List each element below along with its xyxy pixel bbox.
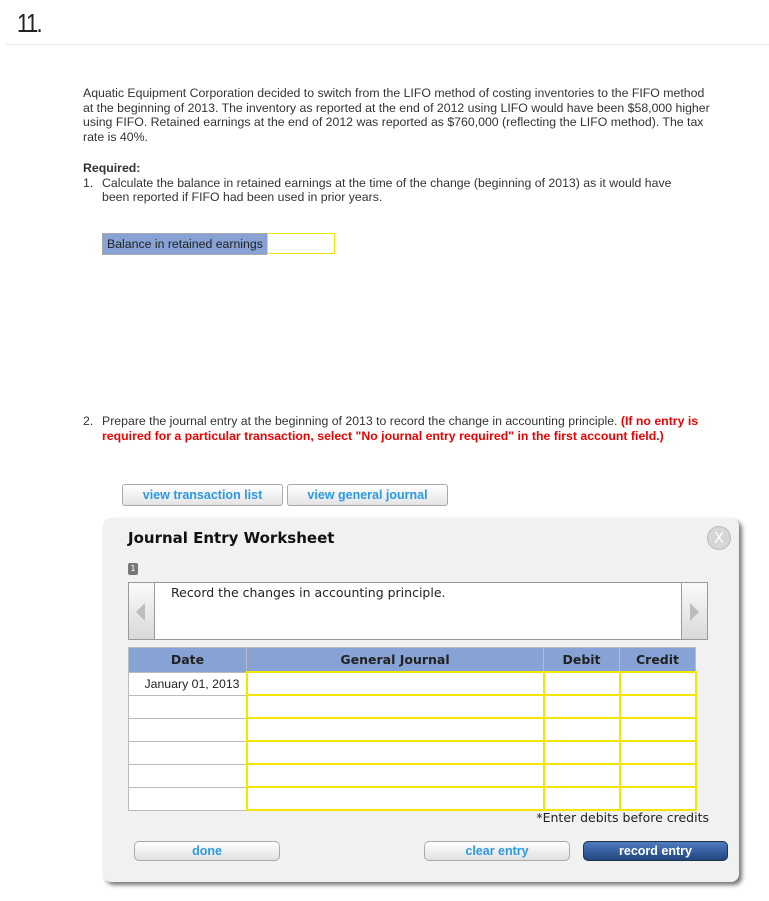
table-row (128, 763, 697, 788)
step-badge[interactable]: 1 (128, 563, 138, 575)
worksheet-title: Journal Entry Worksheet (128, 529, 335, 547)
column-header-date: Date (128, 647, 247, 673)
debit-input[interactable] (542, 786, 621, 811)
debits-note: *Enter debits before credits (536, 810, 709, 825)
view-transaction-list-button[interactable]: view transaction list (122, 484, 283, 506)
date-cell (128, 740, 247, 765)
instruction-text: Record the changes in accounting princip… (171, 585, 446, 600)
date-cell (128, 717, 247, 742)
balance-row: Balance in retained earnings (102, 233, 335, 255)
debit-input[interactable] (542, 740, 621, 765)
table-row: January 01, 2013 (128, 671, 697, 696)
account-input[interactable] (245, 763, 545, 788)
debit-input[interactable] (542, 763, 621, 788)
req2-text: Prepare the journal entry at the beginni… (102, 414, 621, 428)
balance-input[interactable] (266, 233, 335, 254)
credit-input[interactable] (618, 786, 697, 811)
credit-input[interactable] (618, 694, 697, 719)
date-cell: January 01, 2013 (128, 671, 247, 696)
debit-input[interactable] (542, 671, 621, 696)
table-row (128, 740, 697, 765)
date-cell (128, 763, 247, 788)
account-input[interactable] (245, 671, 545, 696)
requirement-2: 2. Prepare the journal entry at the begin… (83, 414, 713, 443)
requirement-1: 1. Calculate the balance in retained earn… (83, 176, 713, 205)
balance-label: Balance in retained earnings (102, 233, 267, 255)
req1-text: Calculate the balance in retained earnin… (102, 175, 672, 205)
date-cell (128, 786, 247, 811)
account-input[interactable] (245, 717, 545, 742)
clear-entry-button[interactable]: clear entry (424, 841, 570, 861)
account-input[interactable] (245, 740, 545, 765)
column-header-debit: Debit (543, 647, 620, 673)
account-input[interactable] (245, 786, 545, 811)
account-input[interactable] (245, 694, 545, 719)
date-cell (128, 694, 247, 719)
credit-input[interactable] (618, 740, 697, 765)
previous-button[interactable] (129, 583, 155, 639)
table-row (128, 694, 697, 719)
instruction-panel: Record the changes in accounting princip… (128, 582, 708, 640)
view-general-journal-button[interactable]: view general journal (287, 484, 448, 506)
column-header-credit: Credit (619, 647, 696, 673)
credit-input[interactable] (618, 763, 697, 788)
done-button[interactable]: done (134, 841, 280, 861)
req1-number: 1. (83, 175, 94, 190)
table-row (128, 786, 697, 811)
chevron-left-icon (136, 603, 145, 621)
debit-input[interactable] (542, 717, 621, 742)
debit-input[interactable] (542, 694, 621, 719)
column-header-general-journal: General Journal (246, 647, 544, 673)
close-icon[interactable]: X (707, 526, 731, 550)
divider (6, 44, 769, 45)
req2-number: 2. (83, 414, 94, 428)
credit-input[interactable] (618, 717, 697, 742)
credit-input[interactable] (618, 671, 697, 696)
problem-intro: Aquatic Equipment Corporation decided to… (83, 86, 710, 144)
table-row (128, 717, 697, 742)
journal-table: Date General Journal Debit Credit Januar… (128, 647, 697, 811)
required-section: Required: 1. Calculate the balance in ret… (83, 161, 713, 205)
record-entry-button[interactable]: record entry (583, 841, 728, 861)
question-number: 11. (17, 8, 43, 38)
chevron-right-icon (690, 603, 699, 621)
required-label: Required: (83, 161, 141, 175)
next-button[interactable] (681, 583, 707, 639)
journal-entry-worksheet: Journal Entry Worksheet X 1 Record the c… (103, 518, 739, 882)
